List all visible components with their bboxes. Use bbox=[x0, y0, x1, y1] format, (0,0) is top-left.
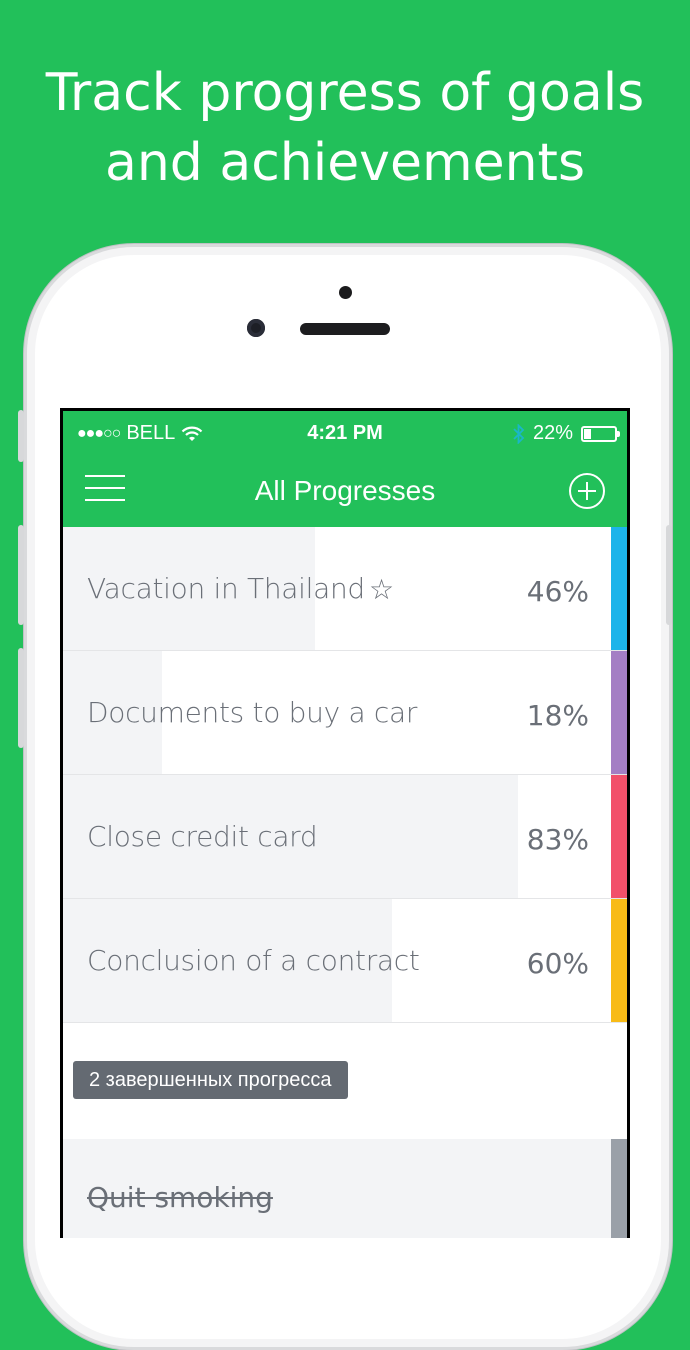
headline-line-1: Track progress of goals bbox=[45, 63, 645, 123]
progress-percent: 60% bbox=[526, 947, 589, 980]
completed-row[interactable]: Quit smoking bbox=[63, 1139, 627, 1238]
progress-percent: 83% bbox=[526, 823, 589, 856]
completed-color-bar bbox=[611, 1139, 627, 1238]
progress-row[interactable]: Documents to buy a car 18% bbox=[63, 651, 627, 775]
battery-percent: 22% bbox=[532, 422, 573, 444]
nav-title: All Progresses bbox=[254, 475, 436, 506]
app-screen: ●●●○○ BELL 4:21 PM 22% All Progresses Va… bbox=[63, 411, 627, 1238]
headline: Track progress of goals and achievements bbox=[0, 58, 690, 198]
progress-name: Vacation in Thailand bbox=[87, 572, 365, 605]
phone-screen: ●●●○○ BELL 4:21 PM 22% All Progresses Va… bbox=[60, 408, 630, 1238]
battery-level bbox=[584, 428, 591, 439]
headline-line-2: and achievements bbox=[104, 133, 586, 193]
progress-row[interactable]: Close credit card 83% bbox=[63, 775, 627, 899]
bluetooth-icon bbox=[513, 423, 525, 444]
completed-name: Quit smoking bbox=[87, 1181, 273, 1214]
progress-name: Documents to buy a car bbox=[87, 696, 418, 729]
progress-color-bar bbox=[611, 651, 627, 774]
progress-name: Conclusion of a contract bbox=[87, 944, 420, 977]
navigation-bar: All Progresses bbox=[63, 453, 627, 527]
progress-percent: 18% bbox=[526, 699, 589, 732]
add-progress-icon[interactable] bbox=[569, 473, 605, 509]
power-button bbox=[666, 525, 672, 625]
progress-percent: 46% bbox=[526, 575, 589, 608]
proximity-sensor bbox=[339, 286, 352, 299]
progress-name: Close credit card bbox=[87, 820, 318, 853]
progress-list: Vacation in Thailand ☆ 46% Documents to buy… bbox=[63, 527, 627, 1238]
status-right: 22% bbox=[513, 422, 620, 445]
front-camera bbox=[247, 319, 265, 337]
progress-color-bar bbox=[611, 527, 627, 650]
earpiece-speaker bbox=[300, 323, 390, 335]
battery-icon bbox=[581, 425, 620, 442]
volume-down-button bbox=[18, 648, 24, 748]
completed-section: 2 завершенных прогресса bbox=[63, 1023, 627, 1139]
mute-switch bbox=[18, 410, 24, 462]
star-icon[interactable]: ☆ bbox=[369, 573, 394, 606]
progress-row[interactable]: Conclusion of a contract 60% bbox=[63, 899, 627, 1023]
status-bar: ●●●○○ BELL 4:21 PM 22% bbox=[63, 411, 627, 453]
progress-row[interactable]: Vacation in Thailand ☆ 46% bbox=[63, 527, 627, 651]
completed-count-badge[interactable]: 2 завершенных прогресса bbox=[73, 1061, 348, 1099]
progress-color-bar bbox=[611, 775, 627, 898]
volume-up-button bbox=[18, 525, 24, 625]
progress-color-bar bbox=[611, 899, 627, 1022]
